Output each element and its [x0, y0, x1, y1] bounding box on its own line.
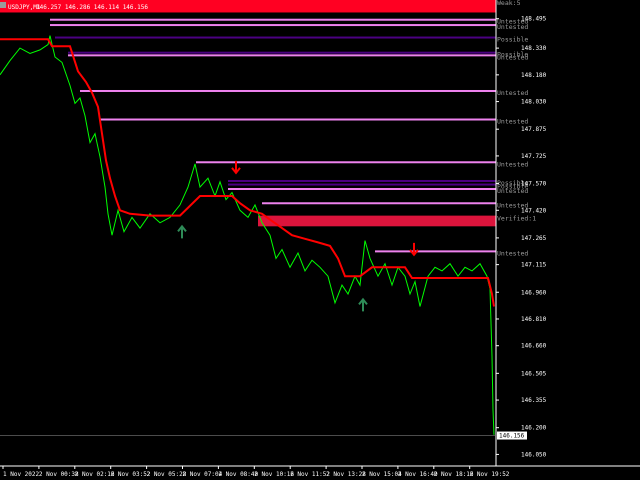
y-tick-label: 147.570	[521, 181, 547, 188]
zone-untested-1	[50, 18, 496, 21]
zone-possible-3	[55, 36, 496, 39]
y-tick-label: 148.030	[521, 99, 547, 106]
y-tick-label: 146.505	[521, 370, 547, 377]
y-tick-label: 147.725	[521, 153, 547, 160]
price-chart[interactable]: Weak:5UntestedUntestedPossiblePossibleUn…	[0, 0, 640, 480]
x-tick-label: 2 Nov 00:38	[39, 471, 79, 478]
x-tick-label: 2 Nov 19:52	[470, 471, 510, 478]
zone-label-7: Untested	[497, 118, 528, 126]
y-tick-label: 148.495	[521, 16, 547, 23]
y-tick-label: 146.810	[521, 316, 547, 323]
y-tick-label: 146.355	[521, 397, 547, 404]
x-tick-label: 2 Nov 11:52	[290, 471, 330, 478]
zone-untested-2	[50, 24, 496, 27]
y-tick-label: 147.420	[521, 207, 547, 214]
zone-untested-5	[68, 54, 496, 57]
zone-label-11: Untested	[497, 187, 528, 195]
zone-untested-7	[100, 118, 496, 121]
y-tick-label: 148.330	[521, 45, 547, 52]
y-tick-label: 146.960	[521, 289, 547, 296]
y-tick-label: 147.875	[521, 126, 547, 133]
chart-header: USDJPY,M1 146.257 146.286 146.114 146.15…	[0, 2, 148, 11]
x-tick-label: 2 Nov 07:04	[183, 471, 223, 478]
collapse-icon[interactable]	[0, 2, 6, 8]
x-tick-label: 2 Nov 18:16	[434, 471, 474, 478]
y-tick-label: 146.200	[521, 425, 547, 432]
chart-ohlc: 146.257 146.286 146.114 146.156	[36, 4, 148, 11]
zone-untested-12	[262, 202, 496, 205]
zone-possible-4	[68, 51, 496, 54]
zone-untested-14	[375, 250, 496, 253]
zone-label-6: Untested	[497, 89, 528, 97]
current-price-label: 146.156	[499, 433, 525, 440]
x-tick-label: 2 Nov 02:16	[75, 471, 115, 478]
zone-possible-10	[228, 183, 496, 186]
y-tick-label: 147.265	[521, 235, 547, 242]
zone-label-2: Untested	[497, 23, 528, 31]
current-price-marker: 146.156	[497, 431, 527, 440]
zone-label-8: Untested	[497, 160, 528, 168]
zone-label-5: Untested	[497, 53, 528, 61]
zone-verified-13	[258, 215, 496, 227]
zone-label-3: Possible	[497, 36, 528, 44]
y-tick-label: 146.050	[521, 451, 547, 458]
zone-untested-11	[228, 188, 496, 191]
x-tick-label: 2 Nov 05:28	[147, 471, 187, 478]
zone-label-14: Untested	[497, 249, 528, 257]
x-tick-label: 2 Nov 10:16	[254, 471, 294, 478]
zone-label-0: Weak:5	[497, 0, 521, 7]
x-tick-label: 2 Nov 08:40	[218, 471, 258, 478]
zone-untested-8	[196, 161, 496, 164]
x-tick-label: 2 Nov 16:40	[398, 471, 438, 478]
x-tick-label: 1 Nov 2022	[3, 471, 40, 478]
zone-possible-9	[228, 179, 496, 182]
x-tick-label: 2 Nov 15:04	[362, 471, 402, 478]
zone-untested-6	[80, 89, 496, 92]
x-tick-label: 2 Nov 13:28	[326, 471, 366, 478]
x-tick-label: 2 Nov 03:52	[111, 471, 151, 478]
y-tick-label: 148.180	[521, 72, 547, 79]
y-tick-label: 146.660	[521, 343, 547, 350]
y-tick-label: 147.115	[521, 262, 547, 269]
zone-label-13: Verified:1	[497, 215, 536, 223]
